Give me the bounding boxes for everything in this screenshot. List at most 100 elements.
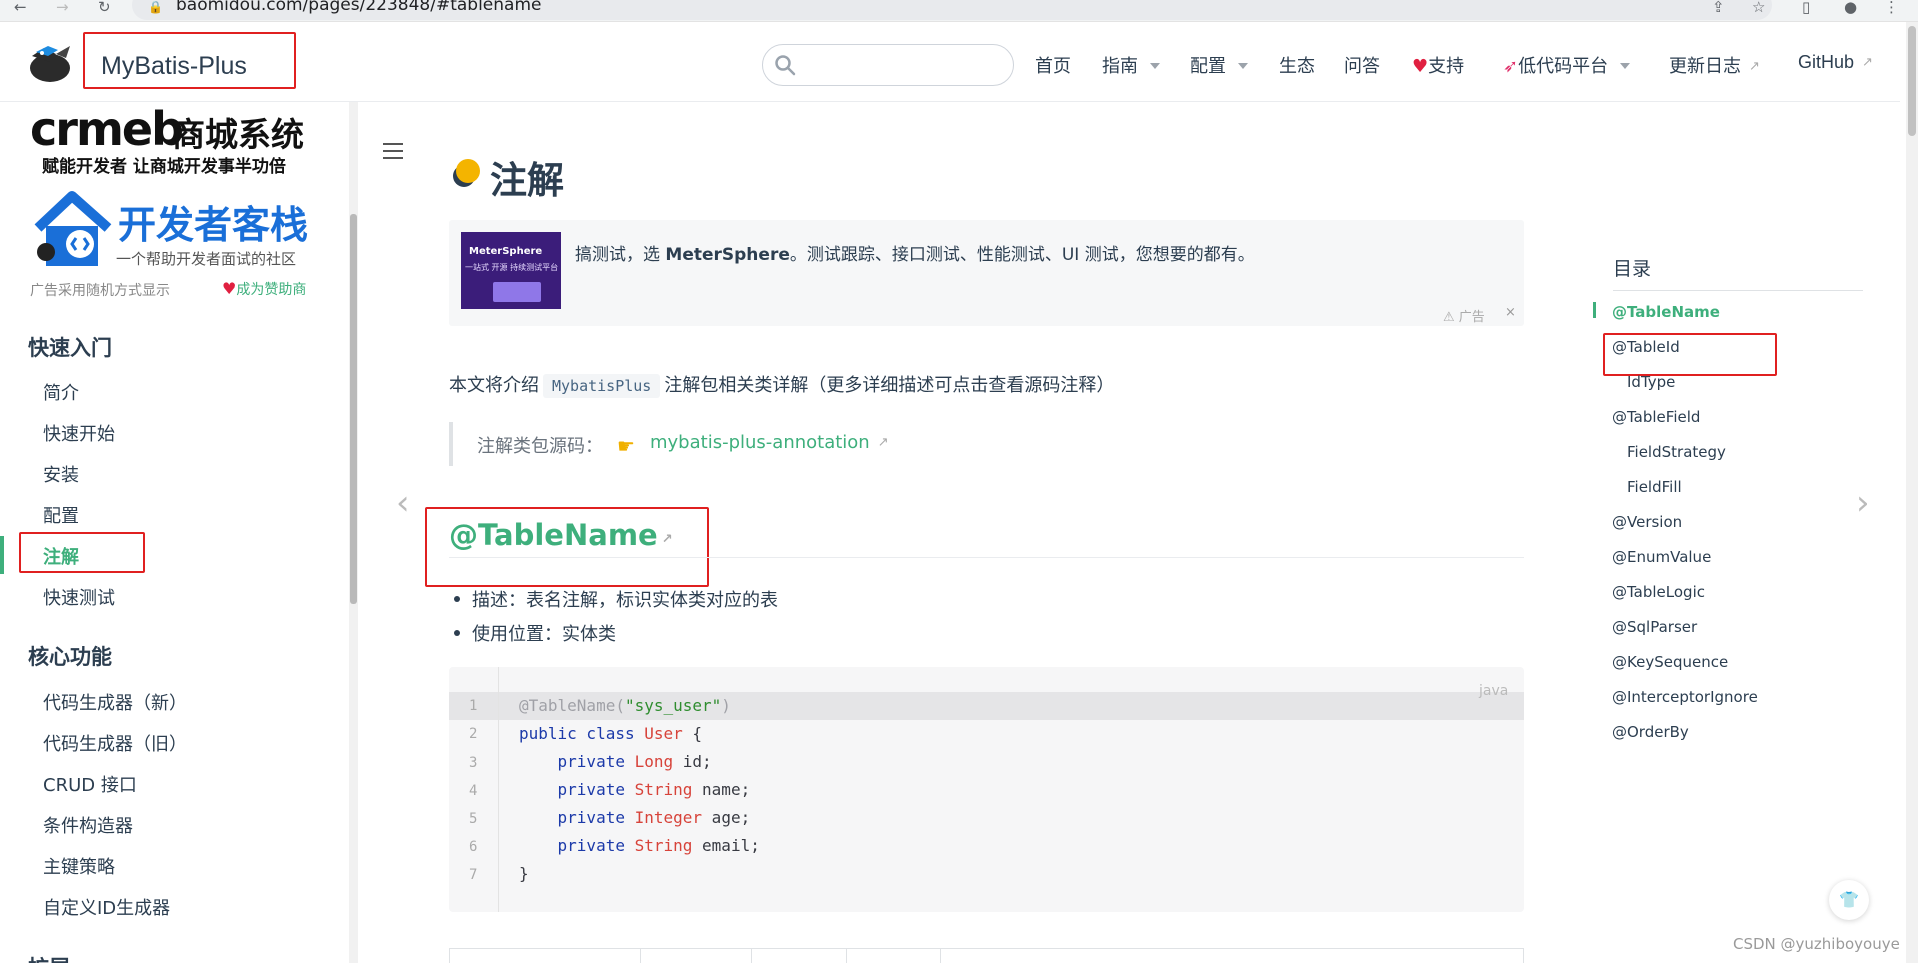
- crmeb-tagline: 赋能开发者 让商城开发事半功倍: [42, 157, 286, 177]
- sidebar-group-extension[interactable]: 扩展: [28, 952, 70, 963]
- code-line: public class User {: [519, 724, 703, 743]
- toc-divider: [1613, 290, 1863, 291]
- ad-text-prefix: 搞测试，选: [575, 245, 666, 265]
- sidebar-toggle-icon[interactable]: [383, 143, 403, 164]
- section-heading-label: @TableName: [449, 518, 658, 552]
- nav-ecosystem[interactable]: 生态: [1279, 52, 1315, 78]
- toc-item[interactable]: @TableLogic: [1612, 583, 1705, 601]
- sidebar-item-config[interactable]: 配置: [43, 502, 79, 528]
- external-link-icon: ↗: [661, 532, 673, 547]
- toc-item[interactable]: @TableName: [1612, 303, 1720, 321]
- back-icon[interactable]: ←: [14, 0, 27, 15]
- nav-support[interactable]: ♥支持: [1412, 52, 1464, 78]
- lock-icon[interactable]: 🔒: [148, 0, 163, 14]
- toc-item[interactable]: @EnumValue: [1612, 548, 1711, 566]
- sidebar-item-quickstart[interactable]: 快速开始: [43, 420, 115, 446]
- next-page-chevron-icon[interactable]: ›: [1856, 483, 1870, 523]
- reload-icon[interactable]: ↻: [98, 0, 111, 15]
- attribute-table: [449, 948, 1524, 963]
- sidebar-item-crud[interactable]: CRUD 接口: [43, 771, 137, 797]
- line-number: 5: [469, 811, 478, 827]
- sidebar-scrollbar[interactable]: [349, 102, 358, 963]
- nav-faq[interactable]: 问答: [1344, 52, 1380, 78]
- sidebar-item-quick-test[interactable]: 快速测试: [43, 584, 115, 610]
- heart-icon: ♥: [222, 279, 237, 298]
- ad-thumb-graphic: [493, 282, 541, 302]
- source-blockquote: 注解类包源码： ☛ mybatis-plus-annotation ↗: [449, 422, 1524, 466]
- sidebar-item-codegen-old[interactable]: 代码生成器（旧）: [43, 730, 187, 756]
- search-input[interactable]: [762, 44, 1014, 86]
- line-number: 4: [469, 783, 478, 799]
- sidebar-group-quickstart[interactable]: 快速入门: [28, 332, 112, 362]
- metersphere-ad[interactable]: MeterSphere 一站式 开源 持续测试平台 搞测试，选 MeterSph…: [449, 220, 1524, 326]
- profile-icon[interactable]: ●: [1844, 0, 1857, 15]
- house-logo-icon: [34, 191, 112, 266]
- toc-item[interactable]: @KeySequence: [1612, 653, 1728, 671]
- toc-item[interactable]: @SqlParser: [1612, 618, 1697, 636]
- theme-switch-button[interactable]: 👕: [1829, 880, 1869, 920]
- annotation-source-link[interactable]: mybatis-plus-annotation ↗: [650, 432, 889, 453]
- code-line: }: [519, 864, 529, 883]
- forward-icon[interactable]: →: [56, 0, 69, 15]
- share-icon[interactable]: ⇪: [1712, 0, 1725, 15]
- code-block: java 1 2 3 4 5 6 7 @TableName("sys_user"…: [449, 667, 1524, 912]
- ad-text: 搞测试，选 MeterSphere。测试跟踪、接口测试、性能测试、UI 测试，您…: [575, 240, 1255, 265]
- section-heading-tablename[interactable]: @TableName ↗: [449, 518, 673, 552]
- chevron-down-icon: [1238, 63, 1248, 69]
- toc-title: 目录: [1613, 258, 1652, 280]
- sidebar-item-wrapper[interactable]: 条件构造器: [43, 812, 133, 838]
- nav-lowcode-dropdown[interactable]: ➶低代码平台: [1503, 52, 1631, 78]
- line-number: 3: [469, 755, 478, 771]
- sidebar-item-install[interactable]: 安装: [43, 461, 79, 487]
- sidebar-item-codegen-new[interactable]: 代码生成器（新）: [43, 689, 187, 715]
- mybatis-logo-icon[interactable]: [26, 40, 76, 84]
- prev-page-chevron-icon[interactable]: ‹: [396, 483, 410, 523]
- toc-item[interactable]: @TableField: [1612, 408, 1700, 426]
- inline-code: MybatisPlus: [543, 374, 661, 398]
- url-text[interactable]: baomidou.com/pages/223848/#tablename: [176, 0, 541, 14]
- toc-item[interactable]: FieldStrategy: [1627, 443, 1726, 461]
- sidebar-item-intro[interactable]: 简介: [43, 379, 79, 405]
- toc-item[interactable]: @InterceptorIgnore: [1612, 688, 1758, 706]
- external-link-icon: ↗: [877, 435, 889, 450]
- ad-close-button[interactable]: ×: [1505, 305, 1516, 320]
- lightbulb-icon: [453, 159, 480, 187]
- watermark: CSDN @yuzhiboyouye: [1733, 935, 1900, 953]
- table-border: [751, 948, 752, 963]
- code-language-label: java: [1479, 683, 1509, 699]
- nav-guide-dropdown[interactable]: 指南: [1102, 52, 1160, 78]
- sidebar-scroll-thumb[interactable]: [350, 214, 357, 604]
- nav-home[interactable]: 首页: [1035, 52, 1071, 78]
- toc-item[interactable]: @OrderBy: [1612, 723, 1689, 741]
- code-line: private String name;: [557, 780, 751, 799]
- bookmark-star-icon[interactable]: ☆: [1752, 0, 1765, 15]
- highlight-box: [83, 32, 296, 89]
- sidebar-item-id-generator[interactable]: 自定义ID生成器: [43, 894, 170, 920]
- toc-item[interactable]: FieldFill: [1627, 478, 1682, 496]
- toc-item[interactable]: @Version: [1612, 513, 1682, 531]
- sidebar-item-key-strategy[interactable]: 主键策略: [43, 853, 115, 879]
- become-sponsor-link[interactable]: ♥成为赞助商: [222, 279, 306, 299]
- menu-dots-icon[interactable]: ⋮: [1884, 0, 1899, 15]
- sponsor-label: 成为赞助商: [236, 282, 307, 298]
- pointing-hand-icon: ☛: [617, 434, 635, 458]
- toc-item[interactable]: IdType: [1627, 373, 1675, 391]
- ad-flag-label: 广告: [1458, 310, 1485, 325]
- nav-config-dropdown[interactable]: 配置: [1190, 52, 1248, 78]
- page-scroll-thumb[interactable]: [1908, 26, 1916, 136]
- nav-github[interactable]: GitHub ↗: [1798, 52, 1873, 73]
- line-number: 1: [469, 698, 478, 714]
- page-scrollbar[interactable]: [1906, 22, 1918, 963]
- sidebar-group-core[interactable]: 核心功能: [28, 641, 112, 671]
- nav-label: 生态: [1279, 56, 1315, 77]
- ad-thumbnail[interactable]: MeterSphere 一站式 开源 持续测试平台: [461, 232, 561, 309]
- intro-prefix: 本文将介绍: [449, 375, 539, 396]
- table-border: [1523, 948, 1524, 963]
- side-panel-icon[interactable]: ▯: [1802, 0, 1810, 15]
- table-border: [640, 948, 641, 963]
- table-border: [449, 948, 450, 963]
- toc-item[interactable]: @TableId: [1612, 338, 1680, 356]
- nav-label: 支持: [1428, 56, 1465, 77]
- nav-changelog[interactable]: 更新日志 ↗: [1669, 52, 1760, 78]
- dev-inn-title: 开发者客栈: [118, 203, 309, 247]
